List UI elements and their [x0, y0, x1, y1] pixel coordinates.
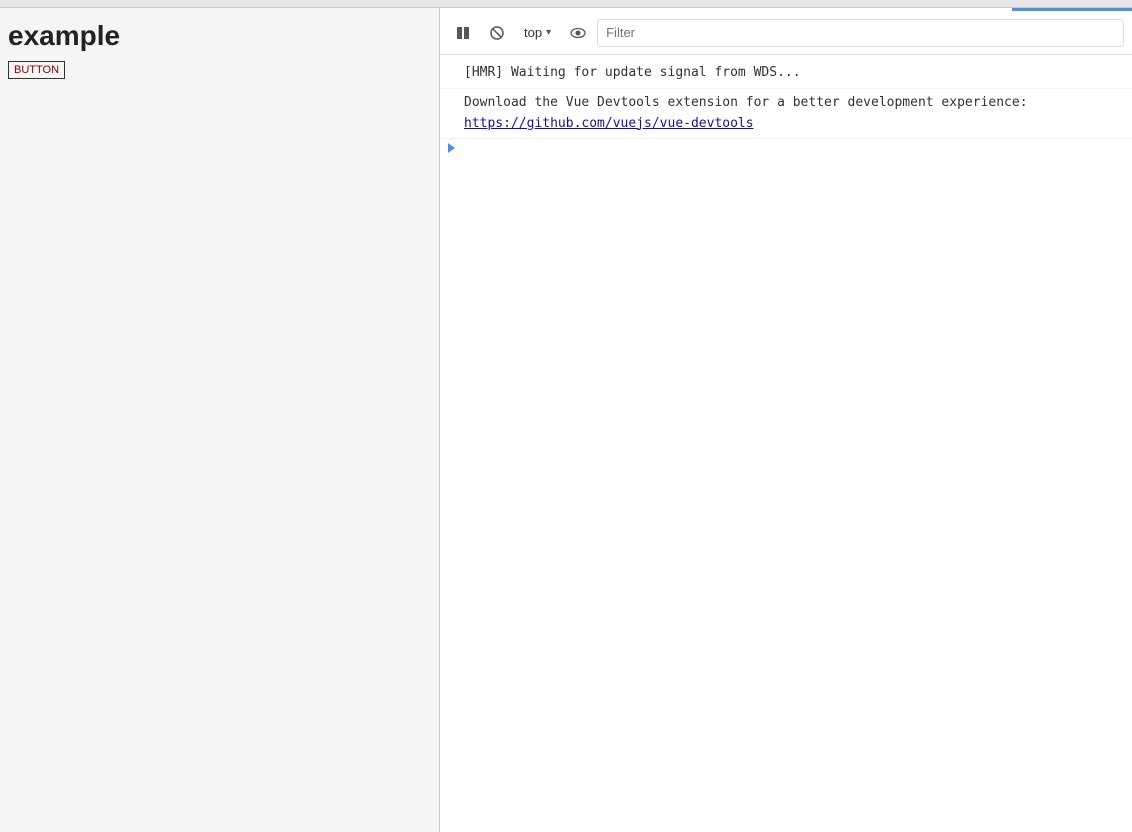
block-icon [489, 25, 505, 41]
context-label: top [524, 25, 542, 40]
context-dropdown[interactable]: top ▾ [516, 22, 559, 43]
log-text-1: [HMR] Waiting for update signal from WDS… [464, 65, 801, 80]
main-area: example BUTTON to [0, 8, 1132, 832]
eye-icon [570, 25, 586, 41]
console-log: [HMR] Waiting for update signal from WDS… [440, 55, 1132, 832]
button-preview[interactable]: BUTTON [8, 61, 65, 79]
vue-devtools-link[interactable]: https://github.com/vuejs/vue-devtools [464, 116, 754, 131]
top-bar [0, 0, 1132, 8]
log-entry: Download the Vue Devtools extension for … [440, 89, 1132, 140]
stop-button[interactable] [482, 19, 512, 47]
chevron-right-icon[interactable] [448, 143, 455, 153]
right-panel: top ▾ [HMR] Waiting for update signal fr… [440, 8, 1132, 832]
filter-input[interactable] [597, 19, 1124, 47]
left-panel: example BUTTON [0, 8, 440, 832]
app-title: example [8, 20, 431, 52]
log-text-2-line1: Download the Vue Devtools extension for … [464, 95, 1028, 110]
log-expand-entry[interactable] [440, 139, 1132, 157]
run-button[interactable] [448, 19, 478, 47]
log-entry: [HMR] Waiting for update signal from WDS… [440, 59, 1132, 89]
console-toolbar: top ▾ [440, 11, 1132, 55]
chevron-down-icon: ▾ [546, 27, 551, 38]
play-icon [455, 25, 471, 41]
visibility-button[interactable] [563, 19, 593, 47]
